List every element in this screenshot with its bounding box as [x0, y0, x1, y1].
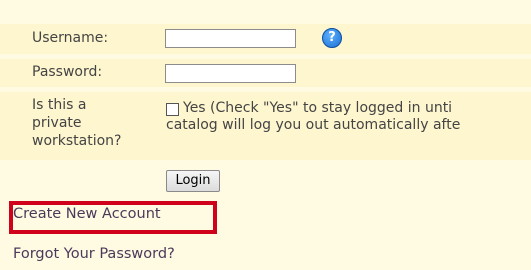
private-label-line2: private	[32, 115, 82, 131]
private-note-line2: catalog will log you out automatically a…	[166, 117, 461, 133]
help-icon[interactable]: ?	[322, 28, 342, 48]
password-label: Password:	[32, 64, 103, 80]
login-button[interactable]: Login	[166, 170, 220, 192]
forgot-password-link[interactable]: Forgot Your Password?	[13, 246, 175, 262]
private-option-text: Yes (Check "Yes" to stay logged in unti	[183, 100, 453, 116]
private-label-line1: Is this a	[32, 97, 87, 113]
password-input[interactable]	[165, 64, 296, 83]
private-label-line3: workstation?	[32, 133, 122, 149]
username-label: Username:	[32, 30, 109, 46]
create-account-link[interactable]: Create New Account	[13, 206, 161, 222]
private-workstation-checkbox[interactable]	[166, 103, 179, 116]
username-row: Username:	[0, 24, 531, 54]
username-input[interactable]	[165, 29, 296, 48]
password-row: Password:	[0, 59, 531, 87]
